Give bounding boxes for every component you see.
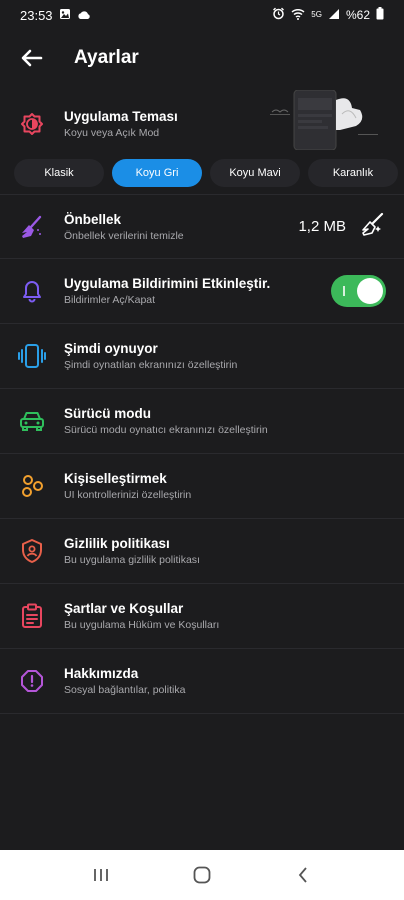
list-item-driver-mode[interactable]: Sürücü modu Sürücü modu oynatıcı ekranın… xyxy=(0,389,404,454)
phone-vibrate-icon xyxy=(0,343,64,369)
clear-cache-icon[interactable] xyxy=(360,211,386,242)
chevron-left-icon xyxy=(299,867,307,883)
theme-chip-dark-blue[interactable]: Koyu Mavi xyxy=(210,159,300,187)
item-title: Kişiselleştirmek xyxy=(64,471,167,486)
theme-subtitle: Koyu veya Açık Mod xyxy=(64,127,160,139)
top-app-bar: Ayarlar xyxy=(0,38,404,78)
list-item-notifications[interactable]: Uygulama Bildirimini Etkinleştir. Bildir… xyxy=(0,259,404,324)
theme-illustration xyxy=(270,90,378,150)
list-item-about[interactable]: Hakkımızda Sosyal bağlantılar, politika xyxy=(0,649,404,714)
item-title: Şimdi oynuyor xyxy=(64,341,158,356)
item-title: Sürücü modu xyxy=(64,406,151,421)
item-subtitle: Bu uygulama Hüküm ve Koşulları xyxy=(64,619,220,631)
battery-icon xyxy=(376,7,384,23)
item-subtitle: Şimdi oynatılan ekranınızı özelleştirin xyxy=(64,359,238,371)
theme-chip-dark-gray[interactable]: Koyu Gri xyxy=(112,159,202,187)
item-title: Önbellek xyxy=(64,211,122,227)
cloud-icon xyxy=(77,8,91,23)
car-icon xyxy=(0,410,64,432)
item-subtitle: Sosyal bağlantılar, politika xyxy=(64,684,186,696)
list-item-terms[interactable]: Şartlar ve Koşullar Bu uygulama Hüküm ve… xyxy=(0,584,404,649)
clipboard-icon xyxy=(0,603,64,629)
recents-icon xyxy=(93,869,108,881)
item-subtitle: Önbellek verilerini temizle xyxy=(64,229,184,242)
signal-icon xyxy=(328,8,340,23)
info-icon xyxy=(0,669,64,693)
customize-icon xyxy=(0,473,64,499)
item-subtitle: Sürücü modu oynatıcı ekranınızı özelleşt… xyxy=(64,424,268,436)
status-bar: 23:53 5G %62 xyxy=(0,0,404,30)
system-nav-bar xyxy=(0,850,404,900)
theme-icon xyxy=(0,112,64,136)
back-nav-button[interactable] xyxy=(283,855,323,895)
recents-button[interactable] xyxy=(81,855,121,895)
home-icon xyxy=(193,866,211,884)
theme-chip-dark[interactable]: Karanlık xyxy=(308,159,398,187)
cache-size-value: 1,2 MB xyxy=(298,218,346,235)
list-item-cache[interactable]: Önbellek Önbellek verilerini temizle 1,2… xyxy=(0,194,404,259)
settings-list: Önbellek Önbellek verilerini temizle 1,2… xyxy=(0,194,404,714)
app-theme-row: Uygulama Teması Koyu veya Açık Mod xyxy=(0,90,404,158)
item-subtitle: Bu uygulama gizlilik politikası xyxy=(64,554,200,566)
item-title: Uygulama Bildirimini Etkinleştir. xyxy=(64,276,271,291)
wifi-icon xyxy=(291,8,305,23)
item-subtitle: UI kontrollerinizi özelleştirin xyxy=(64,489,192,501)
item-title: Hakkımızda xyxy=(64,666,139,681)
theme-selector: Klasik Koyu Gri Koyu Mavi Karanlık xyxy=(14,159,404,189)
theme-title: Uygulama Teması xyxy=(64,109,178,124)
home-button[interactable] xyxy=(182,855,222,895)
shield-user-icon xyxy=(0,538,64,564)
back-button[interactable] xyxy=(12,38,52,78)
alarm-icon xyxy=(272,7,285,23)
list-item-privacy-policy[interactable]: Gizlilik politikası Bu uygulama gizlilik… xyxy=(0,519,404,584)
battery-level: %62 xyxy=(345,8,370,22)
list-item-now-playing[interactable]: Şimdi oynuyor Şimdi oynatılan ekranınızı… xyxy=(0,324,404,389)
list-item-customize[interactable]: Kişiselleştirmek UI kontrollerinizi özel… xyxy=(0,454,404,519)
item-title: Gizlilik politikası xyxy=(64,536,170,551)
status-time: 23:53 xyxy=(20,7,53,23)
page-title: Ayarlar xyxy=(74,47,139,68)
item-title: Şartlar ve Koşullar xyxy=(64,601,184,616)
theme-chip-classic[interactable]: Klasik xyxy=(14,159,104,187)
back-arrow-icon xyxy=(21,49,43,67)
image-icon xyxy=(59,8,71,23)
item-subtitle: Bildirimler Aç/Kapat xyxy=(64,294,156,306)
bell-icon xyxy=(0,279,64,303)
network-type: 5G xyxy=(311,10,322,19)
broom-icon xyxy=(0,214,64,240)
notifications-toggle[interactable] xyxy=(331,275,386,307)
